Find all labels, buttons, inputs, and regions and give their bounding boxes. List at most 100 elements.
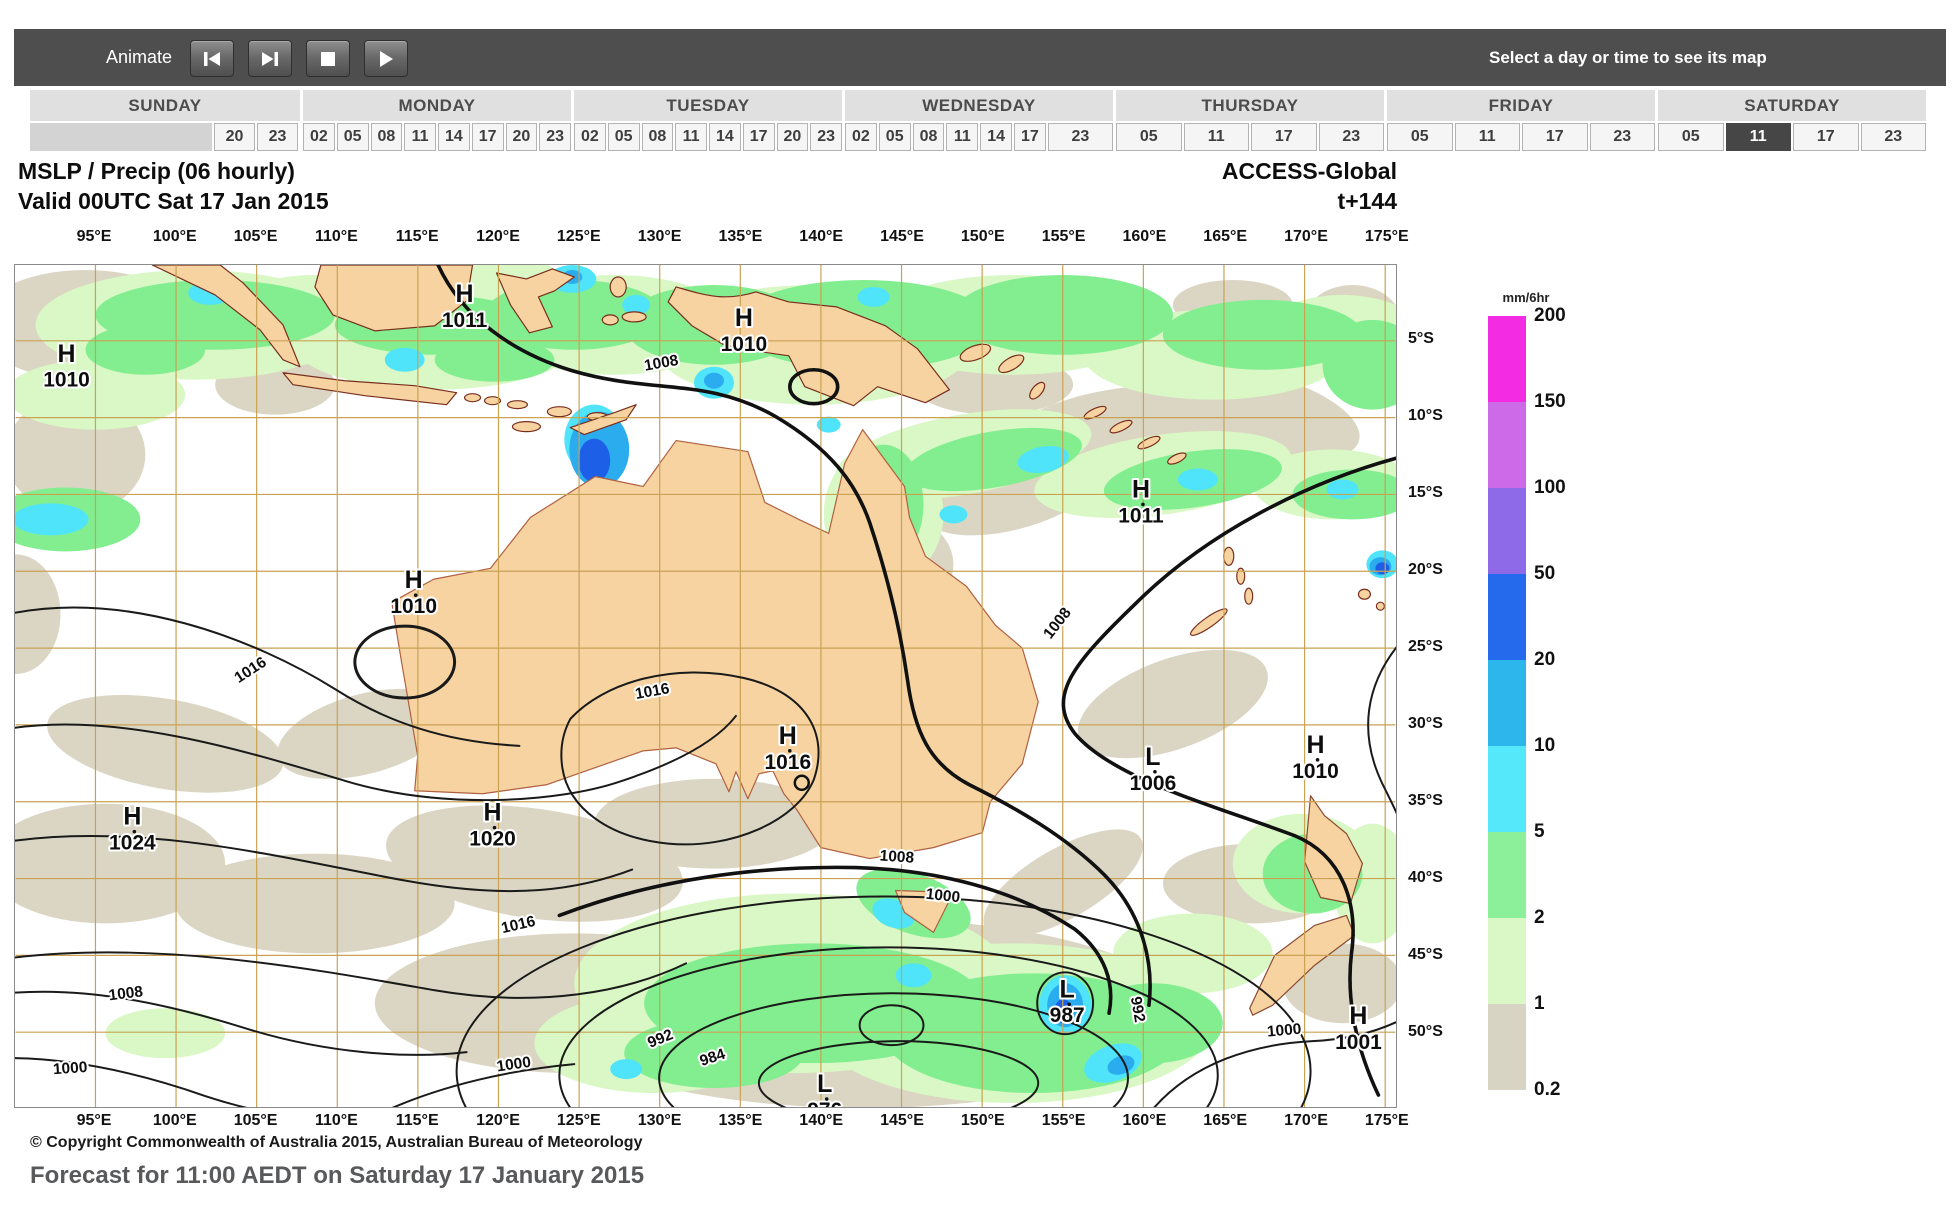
time-cell-monday-14[interactable]: 14 [438,123,470,151]
time-cell-wednesday-23[interactable]: 23 [1048,123,1113,151]
day-header-sunday[interactable]: SUNDAY [30,90,300,121]
day-column-monday: MONDAY0205081114172023 [303,90,571,151]
time-cell-wednesday-14[interactable]: 14 [980,123,1012,151]
time-cell-tuesday-02[interactable]: 02 [574,123,606,151]
skip-to-start-button[interactable] [190,40,234,77]
pressure-system-L-987-letter: L [1060,975,1075,1003]
stop-icon [321,52,335,66]
time-cell-tuesday-11[interactable]: 11 [675,123,707,151]
lon-label-bottom-7: 130°E [628,1112,692,1130]
day-header-friday[interactable]: FRIDAY [1387,90,1655,121]
time-cell-tuesday-05[interactable]: 05 [608,123,640,151]
play-button[interactable] [364,40,408,77]
time-cell-friday-05[interactable]: 05 [1387,123,1453,151]
legend-color-segment-2 [1488,488,1526,574]
legend-color-segment-7 [1488,918,1526,1004]
lon-label-top-7: 130°E [628,228,692,246]
legend-tick-10: 10 [1534,735,1555,757]
time-cell-tuesday-17[interactable]: 17 [743,123,775,151]
pressure-system-H-1010-value: 1010 [43,369,90,392]
lon-label-top-16: 175°E [1355,228,1419,246]
legend-tick-5: 5 [1534,821,1545,843]
lat-label-4: 25°S [1408,638,1443,656]
lat-label-3: 20°S [1408,561,1443,579]
lat-label-6: 35°S [1408,792,1443,810]
time-cell-monday-02[interactable]: 02 [303,123,335,151]
day-header-saturday[interactable]: SATURDAY [1658,90,1926,121]
time-cell-thursday-11[interactable]: 11 [1184,123,1250,151]
lon-label-bottom-4: 115°E [385,1112,449,1130]
time-cell-monday-05[interactable]: 05 [337,123,369,151]
pressure-system-H-1010-letter: H [1307,731,1325,759]
legend-tick-150: 150 [1534,391,1566,413]
day-header-wednesday[interactable]: WEDNESDAY [845,90,1113,121]
pressure-system-H-1001-value: 1001 [1335,1031,1382,1054]
lon-label-bottom-11: 150°E [951,1112,1015,1130]
isobar-label-1000-9: 1000 [925,886,961,907]
time-cell-monday-23[interactable]: 23 [539,123,571,151]
time-cell-thursday-17[interactable]: 17 [1251,123,1317,151]
pressure-system-H-1011-value: 1011 [442,309,488,332]
legend-tick-1: 1 [1534,993,1545,1015]
time-row: 2023 [30,123,300,151]
skip-to-end-button[interactable] [248,40,292,77]
time-row: 05111723 [1658,123,1926,151]
time-cell-sunday-20[interactable]: 20 [214,123,255,151]
time-cell-friday-11[interactable]: 11 [1455,123,1521,151]
time-cell-friday-17[interactable]: 17 [1522,123,1588,151]
time-cell-wednesday-11[interactable]: 11 [946,123,978,151]
legend-colorbar [1488,316,1526,1090]
play-icon [378,51,394,67]
time-cell-wednesday-17[interactable]: 17 [1014,123,1046,151]
lon-label-bottom-6: 125°E [547,1112,611,1130]
pressure-system-H-1010-letter: H [58,340,76,368]
skip-to-start-icon [202,51,222,67]
pressure-system-H-1024-value: 1024 [109,832,156,855]
time-cell-thursday-23[interactable]: 23 [1319,123,1385,151]
stop-button[interactable] [306,40,350,77]
time-row: 0205081114172023 [574,123,842,151]
legend-color-segment-3 [1488,574,1526,660]
day-header-tuesday[interactable]: TUESDAY [574,90,842,121]
forecast-map: H1010H1011H1010H1011H1010H1016L1006H1010… [14,264,1397,1108]
lon-label-top-3: 110°E [304,228,368,246]
time-cell-wednesday-05[interactable]: 05 [879,123,911,151]
time-cell-saturday-05[interactable]: 05 [1658,123,1724,151]
time-cell-friday-23[interactable]: 23 [1590,123,1656,151]
time-cell-saturday-23[interactable]: 23 [1861,123,1927,151]
pressure-system-L-1006-value: 1006 [1130,772,1177,795]
pressure-system-L-976-letter: L [817,1070,832,1098]
lon-label-top-0: 95°E [62,228,126,246]
time-cell-monday-08[interactable]: 08 [371,123,403,151]
time-cell-sunday-23[interactable]: 23 [257,123,298,151]
time-cell-wednesday-08[interactable]: 08 [913,123,945,151]
lon-label-top-15: 170°E [1274,228,1338,246]
time-cell-saturday-17[interactable]: 17 [1793,123,1859,151]
time-cell-monday-11[interactable]: 11 [404,123,436,151]
lon-label-bottom-16: 175°E [1355,1112,1419,1130]
time-cell-wednesday-02[interactable]: 02 [845,123,877,151]
pressure-center-dot [414,593,418,597]
time-cell-thursday-05[interactable]: 05 [1116,123,1182,151]
time-cell-tuesday-14[interactable]: 14 [709,123,741,151]
lon-label-bottom-1: 100°E [143,1112,207,1130]
lon-label-bottom-0: 95°E [62,1112,126,1130]
time-cell-monday-17[interactable]: 17 [472,123,504,151]
lat-label-1: 10°S [1408,407,1443,425]
legend-color-segment-1 [1488,402,1526,488]
time-cell-monday-20[interactable]: 20 [506,123,538,151]
day-header-monday[interactable]: MONDAY [303,90,571,121]
time-cell-tuesday-20[interactable]: 20 [777,123,809,151]
lon-label-bottom-15: 170°E [1274,1112,1338,1130]
day-header-thursday[interactable]: THURSDAY [1116,90,1384,121]
legend-color-segment-6 [1488,832,1526,918]
isobar-label-1000-13: 1000 [1266,1021,1302,1041]
pressure-system-H-1010-letter: H [405,566,423,594]
pressure-center-dot [825,1097,829,1101]
time-cell-saturday-11[interactable]: 11 [1726,123,1792,151]
pressure-center-dot [1316,758,1320,762]
legend-tick-100: 100 [1534,477,1566,499]
day-column-tuesday: TUESDAY0205081114172023 [574,90,842,151]
time-cell-tuesday-23[interactable]: 23 [810,123,842,151]
time-cell-tuesday-08[interactable]: 08 [642,123,674,151]
